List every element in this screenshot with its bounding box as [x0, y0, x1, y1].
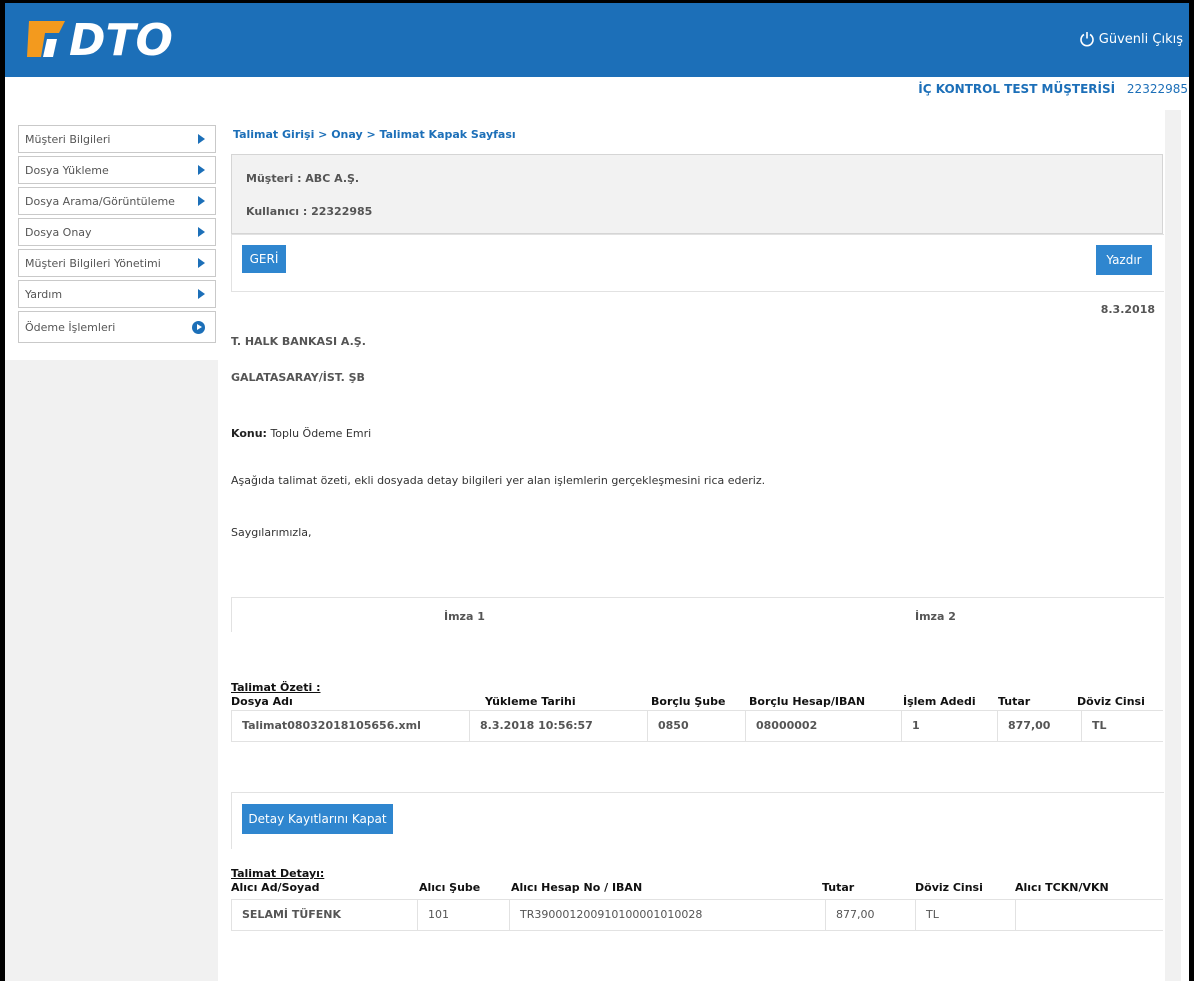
- sidebar-item-label: Müşteri Bilgileri Yönetimi: [25, 256, 161, 270]
- detail-recipient-branch: 101: [418, 900, 510, 930]
- sidebar-item-dosya-arama[interactable]: Dosya Arama/Görüntüleme: [18, 187, 216, 215]
- detail-recipient-iban: TR390001200910100001010028: [510, 900, 826, 930]
- breadcrumb: Talimat Girişi > Onay > Talimat Kapak Sa…: [233, 128, 516, 141]
- detail-header-recipient-name: Alıcı Ad/Soyad: [231, 881, 320, 894]
- detail-header-recipient-iban: Alıcı Hesap No / IBAN: [511, 881, 643, 894]
- print-button[interactable]: Yazdır: [1096, 245, 1152, 275]
- subject-line: Konu: Toplu Ödeme Emri: [231, 427, 371, 440]
- signature-area: İmza 1 İmza 2: [231, 597, 1164, 632]
- sidebar-item-label: Ödeme İşlemleri: [25, 320, 116, 334]
- letter-body: Aşağıda talimat özeti, ekli dosyada deta…: [231, 474, 766, 487]
- summary-header-debtor-branch: Borçlu Şube: [651, 695, 726, 708]
- sidebar-item-label: Yardım: [25, 287, 63, 301]
- sidebar-item-label: Dosya Yükleme: [25, 163, 109, 177]
- customer-info: İÇ KONTROL TEST MÜŞTERİSİ 22322985: [918, 82, 1188, 96]
- summary-file-name: Talimat08032018105656.xml: [232, 711, 470, 741]
- detail-header-recipient-id: Alıcı TCKN/VKN: [1015, 881, 1109, 894]
- user-label: Kullanıcı : 22322985: [246, 205, 373, 218]
- summary-amount: 877,00: [998, 711, 1082, 741]
- sidebar-menu: Müşteri Bilgileri Dosya Yükleme Dosya Ar…: [18, 125, 216, 346]
- sidebar-item-odeme-islemleri[interactable]: Ödeme İşlemleri: [18, 311, 216, 343]
- arrow-right-icon: [198, 134, 205, 144]
- summary-header-debtor-account: Borçlu Hesap/IBAN: [749, 695, 866, 708]
- sidebar-item-label: Dosya Onay: [25, 225, 92, 239]
- customer-label: Müşteri : ABC A.Ş.: [246, 172, 360, 185]
- sidebar-item-dosya-onay[interactable]: Dosya Onay: [18, 218, 216, 246]
- logo-text: DTO: [69, 15, 173, 66]
- detail-header-recipient-branch: Alıcı Şube: [419, 881, 481, 894]
- summary-debtor-branch: 0850: [648, 711, 746, 741]
- summary-header-amount: Tutar: [998, 695, 1031, 708]
- header-bar: DTO Güvenli Çıkış: [5, 3, 1189, 77]
- main-content: Talimat Girişi > Onay > Talimat Kapak Sa…: [218, 110, 1178, 981]
- sidebar-item-label: Dosya Arama/Görüntüleme: [25, 194, 175, 208]
- letter-regards: Saygılarımızla,: [231, 526, 312, 539]
- detail-amount: 877,00: [826, 900, 916, 930]
- logout-button[interactable]: Güvenli Çıkış: [1079, 31, 1183, 47]
- summary-transaction-count: 1: [902, 711, 998, 741]
- signature-2-label: İmza 2: [915, 610, 956, 623]
- detail-currency: TL: [916, 900, 1016, 930]
- summary-header-upload-date: Yükleme Tarihi: [485, 695, 576, 708]
- arrow-right-icon: [198, 196, 205, 206]
- back-button[interactable]: GERİ: [242, 245, 286, 273]
- sidebar-item-label: Müşteri Bilgileri: [25, 132, 111, 146]
- detail-title: Talimat Detayı:: [231, 867, 325, 880]
- arrow-right-icon: [198, 227, 205, 237]
- detail-row: SELAMİ TÜFENK 101 TR39000120091010000101…: [231, 899, 1163, 931]
- customer-name: İÇ KONTROL TEST MÜŞTERİSİ: [918, 82, 1116, 96]
- letter-date: 8.3.2018: [1100, 303, 1155, 316]
- detail-action-bar: Detay Kayıtlarını Kapat: [231, 792, 1164, 849]
- window-frame-right: [1189, 0, 1194, 981]
- detail-header-amount: Tutar: [822, 881, 855, 894]
- detail-recipient-id: [1016, 900, 1164, 930]
- summary-row: Talimat08032018105656.xml 8.3.2018 10:56…: [231, 710, 1163, 742]
- arrow-right-icon: [198, 165, 205, 175]
- action-bar: GERİ Yazdır: [231, 234, 1164, 292]
- summary-title: Talimat Özeti :: [231, 681, 321, 694]
- subject-text: Toplu Ödeme Emri: [270, 427, 372, 440]
- signature-1-label: İmza 1: [444, 610, 485, 623]
- sidebar-item-musteri-yonetimi[interactable]: Müşteri Bilgileri Yönetimi: [18, 249, 216, 277]
- summary-header-currency: Döviz Cinsi: [1077, 695, 1145, 708]
- summary-header-file-name: Dosya Adı: [231, 695, 293, 708]
- sidebar-item-dosya-yukleme[interactable]: Dosya Yükleme: [18, 156, 216, 184]
- summary-header-transaction-count: İşlem Adedi: [903, 695, 976, 708]
- arrow-right-icon: [198, 258, 205, 268]
- dto-logo[interactable]: DTO: [23, 9, 223, 69]
- arrow-right-icon: [198, 289, 205, 299]
- customer-number: 22322985: [1126, 82, 1188, 96]
- info-panel: Müşteri : ABC A.Ş. Kullanıcı : 22322985: [231, 154, 1163, 234]
- branch-name: GALATASARAY/İST. ŞB: [231, 371, 365, 384]
- sidebar-item-musteri-bilgileri[interactable]: Müşteri Bilgileri: [18, 125, 216, 153]
- power-icon: [1080, 32, 1094, 47]
- summary-upload-date: 8.3.2018 10:56:57: [470, 711, 648, 741]
- bank-name: T. HALK BANKASI A.Ş.: [231, 335, 366, 348]
- logout-label: Güvenli Çıkış: [1098, 31, 1183, 47]
- circle-arrow-icon: [192, 320, 205, 334]
- detail-header-currency: Döviz Cinsi: [915, 881, 983, 894]
- sidebar-item-yardim[interactable]: Yardım: [18, 280, 216, 308]
- summary-currency: TL: [1092, 719, 1107, 732]
- summary-debtor-account: 08000002: [746, 711, 902, 741]
- subject-label: Konu:: [231, 427, 267, 440]
- close-details-button[interactable]: Detay Kayıtlarını Kapat: [242, 804, 393, 834]
- detail-recipient-name: SELAMİ TÜFENK: [232, 900, 418, 930]
